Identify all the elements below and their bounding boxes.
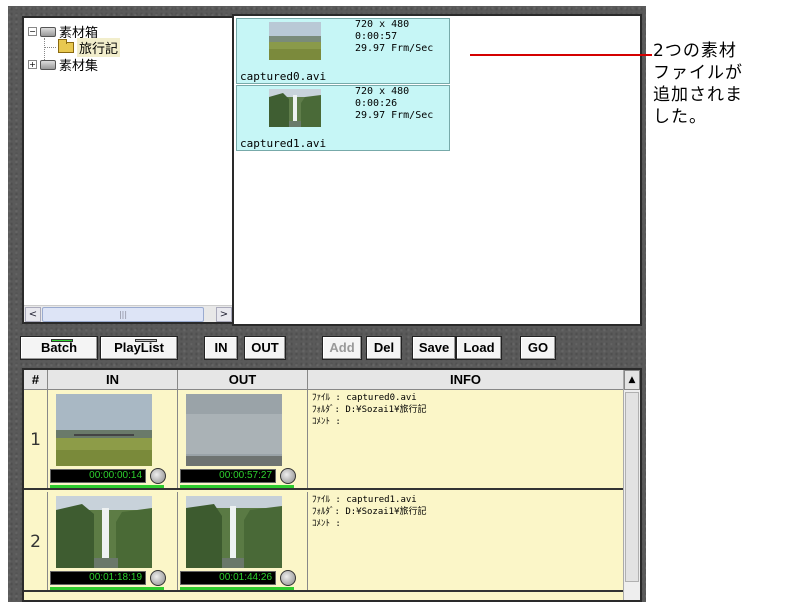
clip-fps: 29.97 Frm/Sec bbox=[355, 110, 434, 121]
scroll-thumb[interactable] bbox=[625, 392, 639, 582]
table-row[interactable]: 1 00:00:00:14 00:00:57:27 ﾌｧｲﾙ: capture… bbox=[24, 390, 624, 490]
folder-tree-panel: − 素材箱 旅行記 + 素材集 < ||| > bbox=[22, 16, 236, 324]
add-button[interactable]: Add bbox=[322, 336, 362, 360]
out-jog-knob-icon[interactable] bbox=[280, 570, 296, 586]
clip-card[interactable]: 720 x 480 0:00:26 29.97 Frm/Sec captured… bbox=[236, 85, 450, 151]
info-comment: ｺﾒﾝﾄ : bbox=[312, 519, 341, 529]
in-progress-bar bbox=[50, 485, 164, 488]
info-text: ﾌｧｲﾙ : captured0.avi ﾌｫﾙﾀﾞ: D:¥Sozai1¥旅行… bbox=[312, 392, 427, 428]
out-thumbnail bbox=[186, 496, 282, 568]
out-button[interactable]: OUT bbox=[244, 336, 286, 360]
clip-meta: 720 x 480 0:00:57 29.97 Frm/Sec bbox=[355, 19, 433, 55]
out-cell[interactable]: 00:01:44:26 bbox=[178, 492, 308, 590]
horizontal-scrollbar[interactable]: < ||| > bbox=[24, 305, 234, 322]
in-jog-knob-icon[interactable] bbox=[150, 468, 166, 484]
info-text: ﾌｧｲﾙ : captured1.avi ﾌｫﾙﾀﾞ: D:¥Sozai1¥旅行… bbox=[312, 494, 427, 530]
save-button[interactable]: Save bbox=[412, 336, 456, 360]
clip-thumbnail-field bbox=[269, 22, 321, 60]
info-cell: ﾌｧｲﾙ : captured1.avi ﾌｫﾙﾀﾞ: D:¥Sozai1¥旅行… bbox=[308, 492, 624, 590]
info-folder: ﾌｫﾙﾀﾞ: D:¥Sozai1¥旅行記 bbox=[312, 405, 427, 415]
in-timecode: 00:00:00:14 bbox=[50, 469, 146, 483]
info-cell: ﾌｧｲﾙ : captured0.avi ﾌｫﾙﾀﾞ: D:¥Sozai1¥旅行… bbox=[308, 390, 624, 488]
editor-window: − 素材箱 旅行記 + 素材集 < ||| > 720 x 480 0:00:5… bbox=[8, 6, 646, 602]
in-timecode: 00:01:18:19 bbox=[50, 571, 146, 585]
info-file: ﾌｧｲﾙ : captured1.avi bbox=[312, 495, 417, 505]
drive-icon bbox=[40, 59, 56, 70]
column-header-num[interactable]: # bbox=[24, 370, 48, 390]
out-progress-bar bbox=[180, 485, 294, 488]
scroll-right-button[interactable]: > bbox=[216, 307, 232, 322]
vertical-scrollbar[interactable]: ▲ bbox=[623, 370, 640, 600]
out-cell[interactable]: 00:00:57:27 bbox=[178, 390, 308, 488]
out-progress-bar bbox=[180, 587, 294, 590]
go-button[interactable]: GO bbox=[520, 336, 556, 360]
info-folder: ﾌｫﾙﾀﾞ: D:¥Sozai1¥旅行記 bbox=[312, 507, 427, 517]
info-comment: ｺﾒﾝﾄ : bbox=[312, 417, 341, 427]
in-progress-bar bbox=[50, 587, 164, 590]
clip-resolution: 720 x 480 bbox=[355, 19, 410, 30]
scroll-left-button[interactable]: < bbox=[25, 307, 41, 322]
playlist-led-icon bbox=[135, 339, 157, 342]
clip-duration: 0:00:26 bbox=[355, 98, 398, 109]
clip-duration: 0:00:57 bbox=[355, 31, 398, 42]
column-header-info[interactable]: INFO bbox=[308, 370, 624, 390]
clip-thumbnail-waterfall bbox=[269, 89, 321, 127]
column-header-in[interactable]: IN bbox=[48, 370, 178, 390]
collapse-icon[interactable]: − bbox=[28, 27, 37, 36]
batch-button-label: Batch bbox=[40, 340, 78, 355]
in-thumbnail bbox=[56, 496, 152, 568]
row-number: 1 bbox=[24, 390, 48, 488]
tree-item-second[interactable]: + 素材集 bbox=[28, 55, 98, 74]
load-button[interactable]: Load bbox=[456, 336, 502, 360]
batch-button[interactable]: Batch bbox=[20, 336, 98, 360]
expand-icon[interactable]: + bbox=[28, 60, 37, 69]
in-cell[interactable]: 00:00:00:14 bbox=[48, 390, 178, 488]
column-header-out[interactable]: OUT bbox=[178, 370, 308, 390]
tree-connector-branch bbox=[44, 47, 56, 48]
clip-fps: 29.97 Frm/Sec bbox=[355, 43, 434, 54]
out-thumbnail bbox=[186, 394, 282, 466]
playlist-button-label: PlayList bbox=[114, 340, 164, 355]
scroll-up-button[interactable]: ▲ bbox=[624, 370, 640, 390]
callout-line bbox=[470, 54, 652, 56]
in-thumbnail bbox=[56, 394, 152, 466]
clip-resolution: 720 x 480 bbox=[355, 86, 410, 97]
drive-icon bbox=[40, 26, 56, 37]
tree-item-second-label: 素材集 bbox=[59, 59, 99, 74]
clip-meta: 720 x 480 0:00:26 29.97 Frm/Sec bbox=[355, 86, 433, 122]
out-jog-knob-icon[interactable] bbox=[280, 468, 296, 484]
del-button[interactable]: Del bbox=[366, 336, 402, 360]
edit-list: # IN OUT INFO 1 00:00:00:14 00:00:57:27 … bbox=[22, 368, 642, 602]
out-timecode: 00:01:44:26 bbox=[180, 571, 276, 585]
callout-text: 2つの素材 ファイルが 追加されま した。 bbox=[653, 41, 743, 127]
row-number: 2 bbox=[24, 492, 48, 590]
playlist-button[interactable]: PlayList bbox=[100, 336, 178, 360]
in-cell[interactable]: 00:01:18:19 bbox=[48, 492, 178, 590]
table-row[interactable]: 2 00:01:18:19 00:01:44:26 ﾌｧｲﾙ: capture… bbox=[24, 492, 624, 592]
clip-bin-panel: 720 x 480 0:00:57 29.97 Frm/Sec captured… bbox=[232, 14, 642, 326]
clip-card[interactable]: 720 x 480 0:00:57 29.97 Frm/Sec captured… bbox=[236, 18, 450, 84]
clip-filename: captured0.avi bbox=[240, 70, 327, 83]
in-jog-knob-icon[interactable] bbox=[150, 570, 166, 586]
clip-filename: captured1.avi bbox=[240, 137, 327, 150]
info-file: ﾌｧｲﾙ : captured0.avi bbox=[312, 393, 417, 403]
batch-led-icon bbox=[51, 339, 73, 342]
folder-icon bbox=[58, 39, 74, 53]
out-timecode: 00:00:57:27 bbox=[180, 469, 276, 483]
scroll-thumb[interactable]: ||| bbox=[42, 307, 204, 322]
in-button[interactable]: IN bbox=[204, 336, 238, 360]
